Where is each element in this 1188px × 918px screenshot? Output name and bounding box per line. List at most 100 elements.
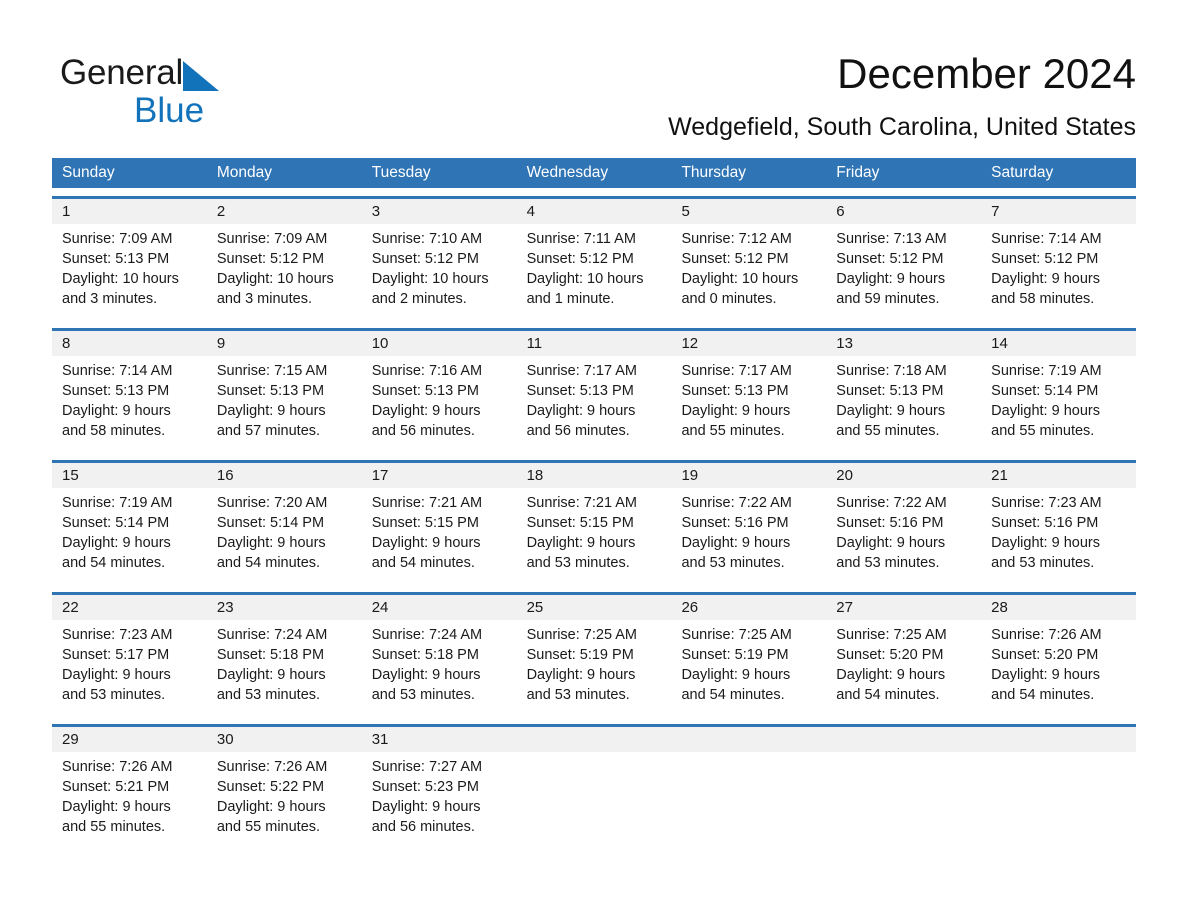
day-detail-row: Sunrise: 7:19 AM Sunset: 5:14 PM Dayligh… [52,488,1136,584]
day-number[interactable]: 7 [981,199,1136,224]
day-cell[interactable]: Sunrise: 7:16 AM Sunset: 5:13 PM Dayligh… [362,361,517,452]
sunset-text: Sunset: 5:16 PM [991,515,1099,531]
daylight-text-cont: and 0 minutes. [681,291,777,307]
day-number[interactable]: 2 [207,199,362,224]
day-cell[interactable]: Sunrise: 7:26 AM Sunset: 5:21 PM Dayligh… [52,757,207,848]
day-cell-empty [826,757,981,848]
daylight-text: Daylight: 9 hours [371,667,481,683]
day-cell[interactable]: Sunrise: 7:09 AM Sunset: 5:13 PM Dayligh… [52,229,207,320]
day-number[interactable]: 13 [826,331,981,356]
day-number[interactable]: 28 [981,595,1136,620]
day-cell[interactable]: Sunrise: 7:26 AM Sunset: 5:20 PM Dayligh… [981,625,1136,716]
day-cell[interactable]: Sunrise: 7:24 AM Sunset: 5:18 PM Dayligh… [207,625,362,716]
day-cell[interactable]: Sunrise: 7:10 AM Sunset: 5:12 PM Dayligh… [362,229,517,320]
sunrise-text: Sunrise: 7:22 AM [836,495,947,511]
day-number-band: 29 30 31 [52,727,1136,752]
day-number[interactable]: 27 [826,595,981,620]
day-number[interactable]: 26 [671,595,826,620]
day-number[interactable]: 6 [826,199,981,224]
day-number[interactable]: 10 [362,331,517,356]
sunrise-text: Sunrise: 7:26 AM [62,759,173,775]
day-number[interactable]: 24 [362,595,517,620]
weekday-header-row: Sunday Monday Tuesday Wednesday Thursday… [52,158,1136,188]
sunset-text: Sunset: 5:16 PM [836,515,944,531]
day-cell[interactable]: Sunrise: 7:22 AM Sunset: 5:16 PM Dayligh… [671,493,826,584]
day-number[interactable]: 11 [517,331,672,356]
day-cell[interactable]: Sunrise: 7:19 AM Sunset: 5:14 PM Dayligh… [981,361,1136,452]
daylight-text-cont: and 54 minutes. [836,687,940,703]
daylight-text: Daylight: 9 hours [836,667,946,683]
day-cell[interactable]: Sunrise: 7:14 AM Sunset: 5:12 PM Dayligh… [981,229,1136,320]
day-cell[interactable]: Sunrise: 7:21 AM Sunset: 5:15 PM Dayligh… [362,493,517,584]
sunset-text: Sunset: 5:22 PM [216,779,325,795]
day-number[interactable]: 9 [207,331,362,356]
day-cell[interactable]: Sunrise: 7:24 AM Sunset: 5:18 PM Dayligh… [362,625,517,716]
day-number[interactable]: 22 [52,595,207,620]
daylight-text-cont: and 53 minutes. [216,687,321,703]
sunrise-text: Sunrise: 7:26 AM [216,759,328,775]
sunrise-text: Sunrise: 7:21 AM [526,495,637,511]
day-number[interactable]: 18 [517,463,672,488]
day-cell[interactable]: Sunrise: 7:14 AM Sunset: 5:13 PM Dayligh… [52,361,207,452]
day-cell[interactable]: Sunrise: 7:17 AM Sunset: 5:13 PM Dayligh… [671,361,826,452]
day-number[interactable]: 14 [981,331,1136,356]
generalblue-logo[interactable]: General Blue [60,54,260,130]
day-cell[interactable]: Sunrise: 7:21 AM Sunset: 5:15 PM Dayligh… [517,493,672,584]
daylight-text-cont: and 1 minute. [526,291,615,307]
daylight-text: Daylight: 9 hours [991,667,1100,683]
day-number[interactable]: 1 [52,199,207,224]
day-number[interactable]: 29 [52,727,207,752]
day-number[interactable]: 21 [981,463,1136,488]
daylight-text: Daylight: 9 hours [836,271,946,287]
day-cell[interactable]: Sunrise: 7:25 AM Sunset: 5:19 PM Dayligh… [517,625,672,716]
day-cell[interactable]: Sunrise: 7:20 AM Sunset: 5:14 PM Dayligh… [207,493,362,584]
sunrise-text: Sunrise: 7:26 AM [991,627,1102,643]
sunrise-text: Sunrise: 7:25 AM [526,627,637,643]
day-number[interactable]: 30 [207,727,362,752]
day-cell[interactable]: Sunrise: 7:25 AM Sunset: 5:20 PM Dayligh… [826,625,981,716]
daylight-text-cont: and 55 minutes. [681,423,785,439]
day-cell[interactable]: Sunrise: 7:15 AM Sunset: 5:13 PM Dayligh… [207,361,362,452]
day-number[interactable]: 19 [671,463,826,488]
day-number[interactable]: 31 [362,727,517,752]
day-cell[interactable]: Sunrise: 7:22 AM Sunset: 5:16 PM Dayligh… [826,493,981,584]
day-number[interactable]: 17 [362,463,517,488]
day-number[interactable]: 23 [207,595,362,620]
daylight-text: Daylight: 9 hours [991,403,1100,419]
day-cell[interactable]: Sunrise: 7:26 AM Sunset: 5:22 PM Dayligh… [207,757,362,848]
day-cell[interactable]: Sunrise: 7:23 AM Sunset: 5:16 PM Dayligh… [981,493,1136,584]
day-cell[interactable]: Sunrise: 7:19 AM Sunset: 5:14 PM Dayligh… [52,493,207,584]
weekday-header-tuesday: Tuesday [371,164,431,181]
day-cell[interactable]: Sunrise: 7:23 AM Sunset: 5:17 PM Dayligh… [52,625,207,716]
day-cell[interactable]: Sunrise: 7:13 AM Sunset: 5:12 PM Dayligh… [826,229,981,320]
daylight-text-cont: and 53 minutes. [526,555,630,571]
logo-top-row: General [60,54,260,94]
day-cell[interactable]: Sunrise: 7:12 AM Sunset: 5:12 PM Dayligh… [671,229,826,320]
day-number[interactable]: 12 [671,331,826,356]
sunrise-text: Sunrise: 7:17 AM [681,363,792,379]
day-number[interactable]: 4 [517,199,672,224]
day-cell[interactable]: Sunrise: 7:17 AM Sunset: 5:13 PM Dayligh… [517,361,672,452]
daylight-text-cont: and 54 minutes. [371,555,475,571]
sunset-text: Sunset: 5:13 PM [216,383,325,399]
day-cell[interactable]: Sunrise: 7:27 AM Sunset: 5:23 PM Dayligh… [362,757,517,848]
day-number[interactable]: 3 [362,199,517,224]
daylight-text-cont: and 53 minutes. [681,555,785,571]
sunrise-text: Sunrise: 7:14 AM [62,363,173,379]
sunrise-text: Sunrise: 7:24 AM [216,627,328,643]
day-cell[interactable]: Sunrise: 7:25 AM Sunset: 5:19 PM Dayligh… [671,625,826,716]
day-number[interactable]: 16 [207,463,362,488]
sunrise-text: Sunrise: 7:16 AM [371,363,483,379]
day-cell[interactable]: Sunrise: 7:09 AM Sunset: 5:12 PM Dayligh… [207,229,362,320]
day-cell[interactable]: Sunrise: 7:18 AM Sunset: 5:13 PM Dayligh… [826,361,981,452]
day-number[interactable]: 15 [52,463,207,488]
day-number[interactable]: 8 [52,331,207,356]
day-number[interactable]: 5 [671,199,826,224]
sunrise-text: Sunrise: 7:19 AM [991,363,1102,379]
day-detail-row: Sunrise: 7:14 AM Sunset: 5:13 PM Dayligh… [52,356,1136,452]
day-number[interactable]: 20 [826,463,981,488]
sunrise-text: Sunrise: 7:27 AM [371,759,483,775]
day-cell[interactable]: Sunrise: 7:11 AM Sunset: 5:12 PM Dayligh… [517,229,672,320]
day-number[interactable]: 25 [517,595,672,620]
sunrise-text: Sunrise: 7:14 AM [991,231,1102,247]
